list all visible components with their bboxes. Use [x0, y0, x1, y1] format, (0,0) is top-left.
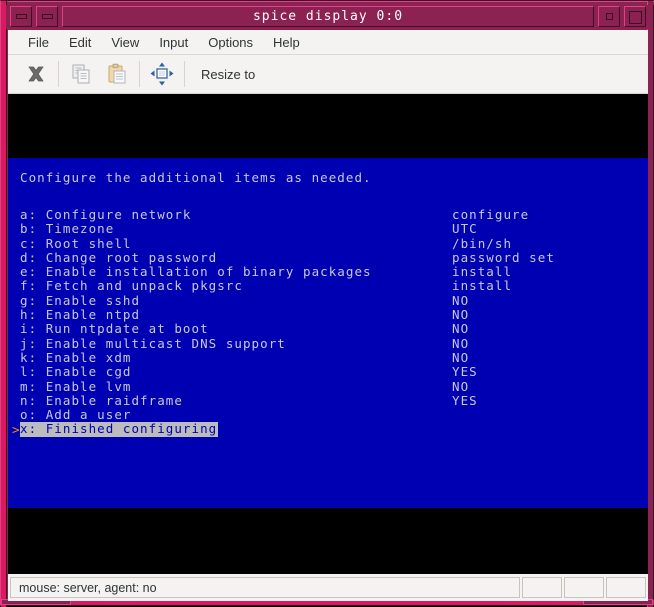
- tty-value-cell: configure: [452, 208, 555, 222]
- tty-menu-row[interactable]: i: Run ntpdate at boot: [20, 322, 372, 336]
- tty-cursor-marker: >: [12, 423, 20, 437]
- status-cell-1: [522, 577, 562, 598]
- maximize-button[interactable]: [624, 6, 646, 27]
- tty-value-cell: NO: [452, 351, 555, 365]
- tty-menu-row[interactable]: k: Enable xdm: [20, 351, 372, 365]
- menubar: File Edit View Input Options Help: [8, 30, 648, 55]
- minimize-bar-icon: [42, 14, 53, 19]
- tty-value-cell: install: [452, 279, 555, 293]
- tty-menu-list: a: Configure networkb: Timezonec: Root s…: [20, 208, 372, 437]
- title-text-area: spice display 0:0: [62, 6, 594, 27]
- menu-view[interactable]: View: [101, 32, 149, 53]
- tty-value-cell: NO: [452, 322, 555, 336]
- resize-arrows-icon: [149, 61, 175, 87]
- maximize-box-icon: [629, 11, 642, 24]
- tty-value-cell: password set: [452, 251, 555, 265]
- client-area: File Edit View Input Options Help: [8, 30, 648, 601]
- toolbar-separator: [139, 61, 140, 87]
- tty-value-cell: YES: [452, 394, 555, 408]
- menu-options[interactable]: Options: [198, 32, 263, 53]
- tty-menu-row[interactable]: g: Enable sshd: [20, 294, 372, 308]
- iconify-button[interactable]: [10, 6, 32, 27]
- tty-menu-row[interactable]: e: Enable installation of binary package…: [20, 265, 372, 279]
- tty-value-cell: NO: [452, 294, 555, 308]
- tty-value-cell: NO: [452, 380, 555, 394]
- paste-icon: [105, 62, 129, 86]
- shade-button[interactable]: [36, 6, 58, 27]
- tty-menu-row-selected[interactable]: x: Finished configuring: [20, 422, 218, 436]
- window-resize-left[interactable]: [1, 1, 7, 607]
- tty-menu-row[interactable]: c: Root shell: [20, 237, 372, 251]
- tty-menu-row[interactable]: x: Finished configuring: [20, 422, 372, 436]
- tty-value-cell: NO: [452, 308, 555, 322]
- tty-value-cell: [452, 408, 555, 422]
- tty-menu-row[interactable]: n: Enable raidframe: [20, 394, 372, 408]
- tty-value-cell: YES: [452, 365, 555, 379]
- window-frame: spice display 0:0 File Edit View Input O…: [0, 0, 654, 606]
- tty-menu-row[interactable]: h: Enable ntpd: [20, 308, 372, 322]
- toolbar: Resize to: [8, 55, 648, 94]
- spice-display[interactable]: Configure the additional items as needed…: [8, 94, 648, 566]
- restore-button[interactable]: [598, 6, 620, 27]
- tty-menu-row[interactable]: f: Fetch and unpack pkgsrc: [20, 279, 372, 293]
- titlebar[interactable]: spice display 0:0: [6, 5, 650, 29]
- status-cell-2: [564, 577, 604, 598]
- tty-value-cell: [452, 422, 555, 436]
- resize-button[interactable]: [144, 57, 180, 91]
- tty-value-cell: /bin/sh: [452, 237, 555, 251]
- tty-header-text: Configure the additional items as needed…: [20, 171, 372, 185]
- tty-value-cell: UTC: [452, 222, 555, 236]
- disconnect-button[interactable]: [18, 57, 54, 91]
- tty-menu-row[interactable]: a: Configure network: [20, 208, 372, 222]
- status-mouse-mode: mouse: server, agent: no: [10, 577, 520, 598]
- copy-button[interactable]: [63, 57, 99, 91]
- resize-to-label[interactable]: Resize to: [189, 63, 267, 86]
- tty-menu-row[interactable]: d: Change root password: [20, 251, 372, 265]
- menu-file[interactable]: File: [18, 32, 59, 53]
- tty-menu-row[interactable]: b: Timezone: [20, 222, 372, 236]
- tty-value-cell: NO: [452, 337, 555, 351]
- tty-value-cell: install: [452, 265, 555, 279]
- restore-box-icon: [606, 13, 613, 20]
- window-title: spice display 0:0: [253, 9, 403, 24]
- tty-value-column: configureUTC/bin/shpassword setinstallin…: [452, 208, 555, 437]
- tty-screen[interactable]: Configure the additional items as needed…: [8, 158, 648, 508]
- menu-input[interactable]: Input: [149, 32, 198, 53]
- toolbar-separator: [58, 61, 59, 87]
- menu-edit[interactable]: Edit: [59, 32, 101, 53]
- statusbar: mouse: server, agent: no: [8, 574, 648, 601]
- status-cell-3: [606, 577, 646, 598]
- tty-menu-row[interactable]: m: Enable lvm: [20, 380, 372, 394]
- minimize-bar-icon: [16, 14, 27, 19]
- paste-button[interactable]: [99, 57, 135, 91]
- toolbar-separator: [184, 61, 185, 87]
- close-x-icon: [25, 63, 47, 85]
- tty-menu-row[interactable]: l: Enable cgd: [20, 365, 372, 379]
- menu-help[interactable]: Help: [263, 32, 310, 53]
- copy-icon: [69, 62, 93, 86]
- tty-menu-row[interactable]: j: Enable multicast DNS support: [20, 337, 372, 351]
- tty-menu-row[interactable]: o: Add a user: [20, 408, 372, 422]
